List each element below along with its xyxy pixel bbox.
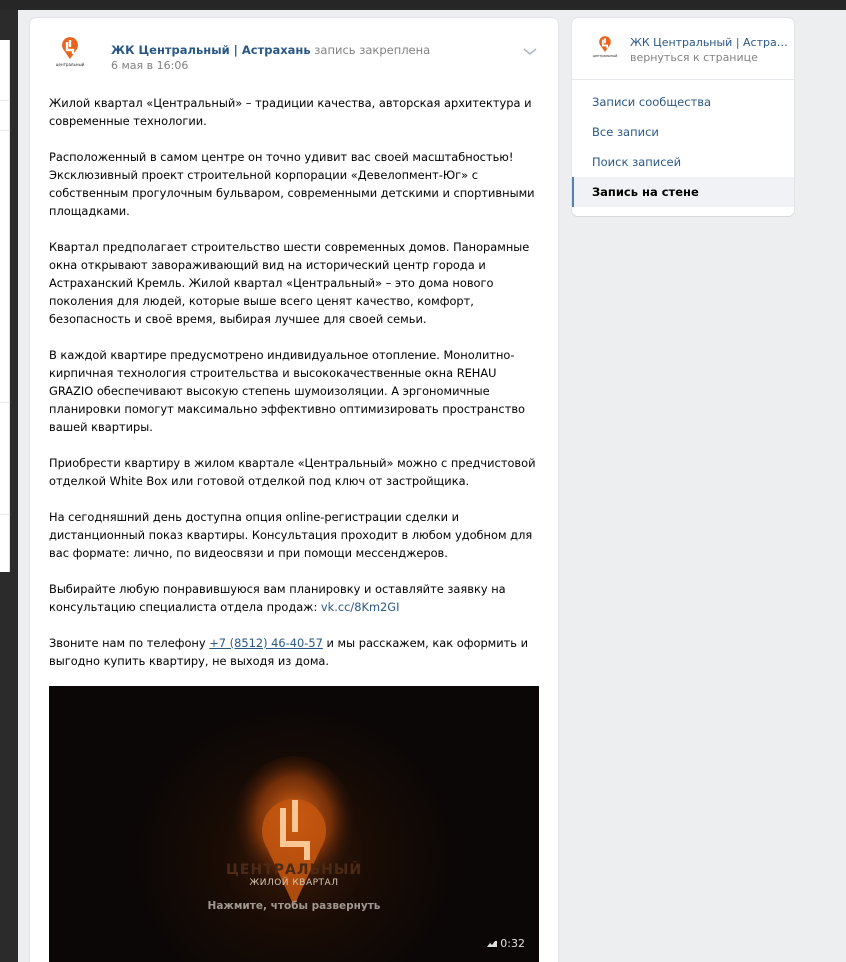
top-bar-shadow	[0, 0, 846, 10]
post-paragraph: Приобрести квартиру в жилом квартале «Це…	[49, 456, 536, 488]
video-brand-subtitle: ЖИЛОЙ КВАРТАЛ	[249, 878, 339, 888]
video-duration: 0:32	[487, 937, 525, 950]
avatar-caption: центральный	[55, 62, 85, 67]
brand-logo-icon	[62, 37, 78, 59]
sidebar-back-link[interactable]: вернуться к странице	[630, 51, 758, 65]
duration-text: 0:32	[500, 937, 525, 950]
author-name-link[interactable]: ЖК Центральный | Астрахань	[111, 43, 311, 57]
post-paragraph: В каждой квартире предусмотрено индивиду…	[49, 348, 526, 434]
sidebar-item-search-posts[interactable]: Поиск записей	[572, 147, 794, 177]
phone-link[interactable]: +7 (8512) 46-40-57	[209, 636, 323, 650]
video-expand-hint[interactable]: Нажмите, чтобы развернуть	[49, 900, 539, 912]
sidebar-avatar[interactable]: центральный	[590, 35, 620, 65]
post-text: Жилой квартал «Центральный» – традиции к…	[49, 94, 544, 688]
post-paragraph: Квартал предполагает строительство шести…	[49, 240, 530, 326]
sidebar-item-wall-post[interactable]: Запись на стене	[572, 177, 794, 207]
avatar-caption: центральный	[592, 54, 618, 58]
chevron-down-icon[interactable]	[523, 48, 537, 56]
brand-logo-icon	[232, 756, 356, 906]
sidebar-header[interactable]: центральный ЖК Центральный | Астрахань в…	[572, 18, 794, 80]
left-panel-edge	[0, 40, 10, 572]
wall-post: центральный ЖК Центральный | Астрахань з…	[30, 18, 558, 962]
sidebar-menu: Записи сообщества Все записи Поиск запис…	[572, 87, 794, 207]
post-paragraph: Выбирайте любую понравившуюся вам планир…	[49, 580, 544, 616]
paragraph-text: Выбирайте любую понравившуюся вам планир…	[49, 582, 506, 614]
short-link[interactable]: vk.cc/8Km2GI	[321, 600, 400, 614]
post-paragraph: Жилой квартал «Центральный» – традиции к…	[49, 96, 532, 128]
paragraph-text: Звоните нам по телефону	[49, 636, 210, 650]
sidebar-community-title[interactable]: ЖК Центральный | Астрахань	[630, 36, 788, 50]
post-paragraph: Расположенный в самом центре он точно уд…	[49, 150, 535, 218]
brand-logo-icon	[599, 36, 611, 52]
community-avatar[interactable]: центральный	[50, 36, 90, 76]
video-brand-title: ЦЕНТРАЛЬНЫЙ	[225, 862, 363, 878]
post-author: ЖК Центральный | Астрахань запись закреп…	[111, 43, 430, 57]
sidebar-item-community-posts[interactable]: Записи сообщества	[572, 87, 794, 117]
video-player[interactable]: ЦЕНТРАЛЬНЫЙ ЖИЛОЙ КВАРТАЛ Нажмите, чтобы…	[49, 686, 539, 962]
post-header: центральный ЖК Центральный | Астрахань з…	[30, 18, 558, 78]
sidebar-item-all-posts[interactable]: Все записи	[572, 117, 794, 147]
post-paragraph: На сегодняшний день доступна опция onlin…	[49, 510, 533, 560]
right-sidebar: центральный ЖК Центральный | Астрахань в…	[572, 18, 794, 216]
post-date[interactable]: 6 мая в 16:06	[111, 59, 188, 73]
volume-icon	[487, 940, 498, 947]
post-paragraph: Звоните нам по телефону +7 (8512) 46-40-…	[49, 634, 544, 670]
pinned-label: запись закреплена	[314, 43, 431, 57]
